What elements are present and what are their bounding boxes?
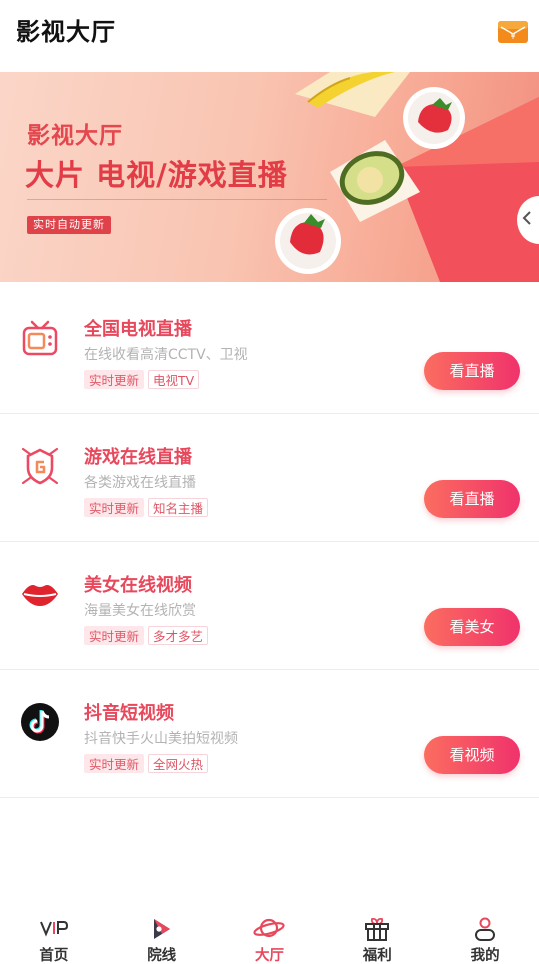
watch-live-button[interactable]: 看直播 xyxy=(424,352,520,390)
tab-cinema[interactable]: 院线 xyxy=(108,910,216,964)
tab-label: 福利 xyxy=(362,948,392,964)
game-shield-icon xyxy=(21,447,59,485)
item-description: 在线收看高清CCTV、卫视 xyxy=(84,347,248,363)
top-header: 影视大厅 ¥ xyxy=(0,0,539,72)
tag-badge: 实时更新 xyxy=(84,498,145,517)
tab-home[interactable]: 首页 xyxy=(0,910,108,964)
list-item-game[interactable]: 游戏在线直播 各类游戏在线直播 实时更新 知名主播 看直播 xyxy=(0,414,539,542)
item-tags: 实时更新 电视TV xyxy=(84,370,203,389)
tv-icon xyxy=(22,320,58,356)
planet-icon xyxy=(253,918,286,938)
item-description: 抖音快手火山美拍短视频 xyxy=(84,731,238,747)
item-tags: 实时更新 全网火热 xyxy=(84,754,212,773)
item-description: 各类游戏在线直播 xyxy=(84,475,196,491)
list-item-tv[interactable]: 全国电视直播 在线收看高清CCTV、卫视 实时更新 电视TV 看直播 xyxy=(0,286,539,414)
tab-label: 院线 xyxy=(147,948,177,964)
item-tags: 实时更新 知名主播 xyxy=(84,498,212,517)
item-tags: 实时更新 多才多艺 xyxy=(84,626,212,645)
item-title: 美女在线视频 xyxy=(84,575,192,596)
page-title: 影视大厅 xyxy=(16,18,116,46)
banner-divider xyxy=(27,199,327,200)
vip-icon xyxy=(39,921,68,937)
tab-label: 我的 xyxy=(470,948,500,964)
tag-badge: 实时更新 xyxy=(84,626,145,645)
user-icon xyxy=(475,917,496,941)
play-icon xyxy=(153,919,170,939)
tag-badge: 全网火热 xyxy=(148,754,209,773)
tab-welfare[interactable]: 福利 xyxy=(323,910,431,964)
hero-banner[interactable]: 影视大厅 大片 电视/游戏直播 实时自动更新 xyxy=(0,72,539,282)
bottom-tab-bar: 首页 院线 大厅 福利 我的 xyxy=(0,910,539,964)
item-description: 海量美女在线欣赏 xyxy=(84,603,196,619)
list-item-tiktok[interactable]: 抖音短视频 抖音快手火山美拍短视频 实时更新 全网火热 看视频 xyxy=(0,670,539,798)
wallet-yen-icon[interactable]: ¥ xyxy=(498,19,528,43)
item-title: 抖音短视频 xyxy=(84,703,174,724)
watch-video-button[interactable]: 看视频 xyxy=(424,736,520,774)
svg-text:¥: ¥ xyxy=(510,32,515,41)
item-title: 全国电视直播 xyxy=(84,319,192,340)
tiktok-icon xyxy=(21,703,59,741)
tab-label: 大厅 xyxy=(254,948,284,964)
banner-tag: 实时自动更新 xyxy=(27,216,111,234)
list-item-beauty[interactable]: 美女在线视频 海量美女在线欣赏 实时更新 多才多艺 看美女 xyxy=(0,542,539,670)
gift-icon xyxy=(365,917,390,941)
tab-hall[interactable]: 大厅 xyxy=(216,910,324,964)
item-title: 游戏在线直播 xyxy=(84,447,192,468)
banner-headline: 大片 电视/游戏直播 xyxy=(25,158,288,192)
tag-badge: 实时更新 xyxy=(84,370,145,389)
tag-badge: 多才多艺 xyxy=(148,626,209,645)
tag-badge: 知名主播 xyxy=(148,498,209,517)
channel-list: 全国电视直播 在线收看高清CCTV、卫视 实时更新 电视TV 看直播 游戏在线直… xyxy=(0,286,539,798)
banner-subtitle: 影视大厅 xyxy=(27,123,123,149)
tab-mine[interactable]: 我的 xyxy=(431,910,539,964)
lips-icon xyxy=(22,585,58,606)
tag-badge: 电视TV xyxy=(148,370,200,389)
watch-live-button[interactable]: 看直播 xyxy=(424,480,520,518)
tab-label: 首页 xyxy=(39,948,69,964)
watch-beauty-button[interactable]: 看美女 xyxy=(424,608,520,646)
tag-badge: 实时更新 xyxy=(84,754,145,773)
